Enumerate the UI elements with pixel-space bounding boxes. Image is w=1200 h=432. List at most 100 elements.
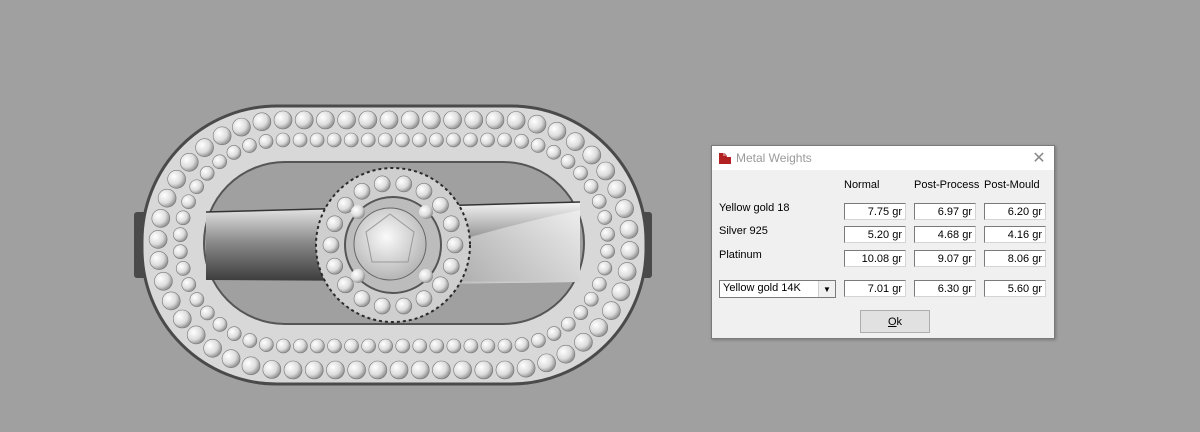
pave-stone xyxy=(537,353,556,373)
pave-stone xyxy=(310,338,325,354)
pave-stone xyxy=(573,305,589,320)
pave-stone xyxy=(360,132,376,148)
pave-stone xyxy=(592,276,607,292)
pave-stone xyxy=(199,166,215,181)
metal-select-dropdown[interactable]: Yellow gold 14K ▼ xyxy=(719,280,836,298)
pave-stone xyxy=(326,360,345,380)
pave-stone xyxy=(358,110,378,130)
pave-stone xyxy=(514,134,529,149)
pave-stone xyxy=(442,257,460,275)
dialog-titlebar[interactable]: Metal Weights ✕ xyxy=(712,146,1054,170)
pave-stone xyxy=(620,241,640,260)
pave-stone xyxy=(412,338,428,354)
pave-stone xyxy=(514,337,530,352)
pave-stone xyxy=(395,297,413,315)
pave-stone xyxy=(422,110,441,130)
dropdown-arrow-icon[interactable]: ▼ xyxy=(818,281,835,297)
pave-stone xyxy=(546,144,562,160)
platinum-normal-field: 10.08 gr xyxy=(844,250,906,267)
pave-stone xyxy=(326,215,344,233)
pave-stone xyxy=(212,126,232,146)
close-icon: ✕ xyxy=(1032,150,1046,167)
pave-stone xyxy=(415,183,433,200)
pave-stone xyxy=(395,175,413,193)
pave-stone xyxy=(148,230,168,249)
pave-stone xyxy=(189,179,205,195)
pave-stone xyxy=(497,132,512,148)
pave-stone xyxy=(395,132,410,148)
pave-stone xyxy=(583,291,599,307)
silver-925-normal-field: 5.20 gr xyxy=(844,226,906,243)
pave-stone xyxy=(600,244,615,259)
custom-metal-post-mould-field: 5.60 gr xyxy=(984,280,1046,297)
pave-stone xyxy=(361,338,376,354)
pave-stone xyxy=(443,110,462,130)
pave-stone xyxy=(283,360,303,380)
pave-stone xyxy=(242,333,258,348)
pave-stone xyxy=(446,236,464,254)
pave-stone xyxy=(221,349,241,369)
pave-stone xyxy=(337,276,354,294)
pave-stone xyxy=(516,358,536,378)
pave-stone xyxy=(262,360,282,379)
pave-stone xyxy=(432,360,451,380)
pave-stone xyxy=(378,338,393,354)
pave-stone xyxy=(497,338,513,354)
pave-stone xyxy=(560,154,576,169)
pave-stone xyxy=(242,138,257,153)
pave-stone xyxy=(379,110,399,130)
pave-stone xyxy=(161,291,181,311)
pave-stone xyxy=(200,305,215,321)
pave-stone xyxy=(175,261,191,276)
yellow-gold-18-post-mould-field: 6.20 gr xyxy=(984,203,1046,220)
pave-stone xyxy=(583,179,599,194)
pave-stone xyxy=(276,338,291,354)
pave-stone xyxy=(527,114,547,134)
pave-stone xyxy=(412,132,427,148)
pave-stone xyxy=(574,333,593,352)
pave-stone xyxy=(506,111,526,130)
pave-stone xyxy=(327,338,342,354)
pave-stone xyxy=(157,188,177,208)
pave-stone xyxy=(347,360,366,380)
pave-stone xyxy=(446,338,462,354)
pave-stone xyxy=(203,339,222,358)
pave-stone xyxy=(611,282,631,302)
column-header-post-mould: Post-Mould xyxy=(984,179,1040,191)
pave-stone xyxy=(293,338,308,354)
pave-stone xyxy=(607,179,627,199)
pave-stone xyxy=(226,145,242,160)
pave-stone xyxy=(442,215,460,233)
pave-stone xyxy=(566,132,585,151)
pave-stone xyxy=(596,161,616,181)
pave-stone xyxy=(258,134,274,149)
pave-stone xyxy=(309,132,325,148)
pave-stone xyxy=(573,165,588,181)
pave-stone xyxy=(173,227,188,242)
silver-925-post-process-field: 4.68 gr xyxy=(914,226,976,243)
pave-stone xyxy=(294,110,314,130)
pave-stone xyxy=(175,210,191,226)
metal-select-value: Yellow gold 14K xyxy=(723,282,801,294)
yellow-gold-18-post-process-field: 6.97 gr xyxy=(914,203,976,220)
ok-button[interactable]: Ok xyxy=(860,310,930,333)
pave-stone xyxy=(531,333,546,348)
pave-stone xyxy=(232,117,251,137)
pave-stone xyxy=(429,132,444,148)
pave-stone xyxy=(322,236,340,254)
close-button[interactable]: ✕ xyxy=(1024,146,1054,170)
pave-stone xyxy=(292,132,308,148)
pave-stone xyxy=(337,196,354,214)
pave-stone xyxy=(619,220,639,239)
yellow-gold-18-normal-field: 7.75 gr xyxy=(844,203,906,220)
pave-stone xyxy=(463,132,478,148)
pave-stone xyxy=(151,209,171,228)
pave-stone xyxy=(415,290,433,307)
pave-stone xyxy=(602,301,621,320)
pave-stone xyxy=(373,175,391,193)
pave-stone xyxy=(252,112,272,132)
dialog-title: Metal Weights xyxy=(736,151,812,165)
pave-stone xyxy=(463,338,479,354)
pave-stone xyxy=(172,309,192,329)
pave-stone xyxy=(241,356,261,376)
